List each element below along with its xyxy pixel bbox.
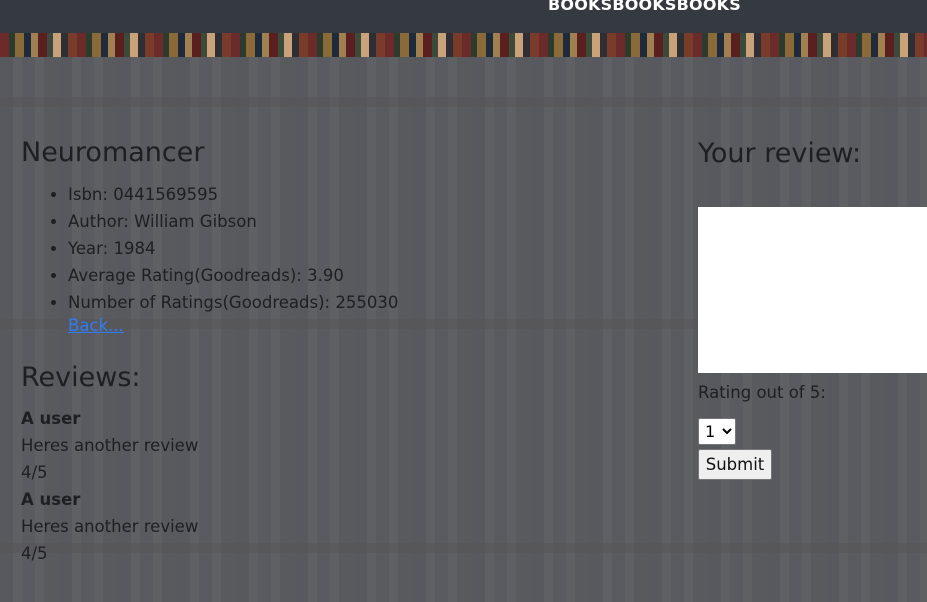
review-rating: 4/5 bbox=[21, 463, 48, 482]
rating-label: Rating out of 5: bbox=[698, 383, 826, 402]
rating-select[interactable]: 1 bbox=[698, 418, 736, 445]
book-title: Neuromancer bbox=[21, 137, 205, 168]
review-list: A user Heres another review 4/5 A user H… bbox=[21, 405, 198, 567]
review-text: Heres another review bbox=[21, 517, 199, 536]
detail-isbn: Isbn: 0441569595 bbox=[68, 181, 398, 208]
detail-number-of-ratings: Number of Ratings(Goodreads): 255030 bbox=[68, 289, 398, 316]
detail-author: Author: William Gibson bbox=[68, 208, 398, 235]
brand-link[interactable]: BOOKSBOOKSBOOKS bbox=[548, 0, 741, 14]
detail-year: Year: 1984 bbox=[68, 235, 398, 262]
review-user: A user bbox=[21, 409, 81, 428]
review-user: A user bbox=[21, 490, 81, 509]
review-rating: 4/5 bbox=[21, 544, 48, 563]
book-details-list: Isbn: 0441569595 Author: William Gibson … bbox=[20, 181, 398, 316]
detail-average-rating: Average Rating(Goodreads): 3.90 bbox=[68, 262, 398, 289]
review-textarea[interactable] bbox=[698, 207, 927, 373]
header-books-image bbox=[0, 33, 927, 57]
back-link[interactable]: Back... bbox=[68, 316, 124, 335]
review-item: A user Heres another review 4/5 bbox=[21, 405, 198, 486]
navbar: BOOKSBOOKSBOOKS bbox=[0, 0, 927, 33]
reviews-heading: Reviews: bbox=[21, 362, 141, 393]
review-text: Heres another review bbox=[21, 436, 199, 455]
submit-button[interactable]: Submit bbox=[698, 449, 772, 480]
review-item: A user Heres another review 4/5 bbox=[21, 486, 198, 567]
your-review-heading: Your review: bbox=[698, 138, 862, 169]
